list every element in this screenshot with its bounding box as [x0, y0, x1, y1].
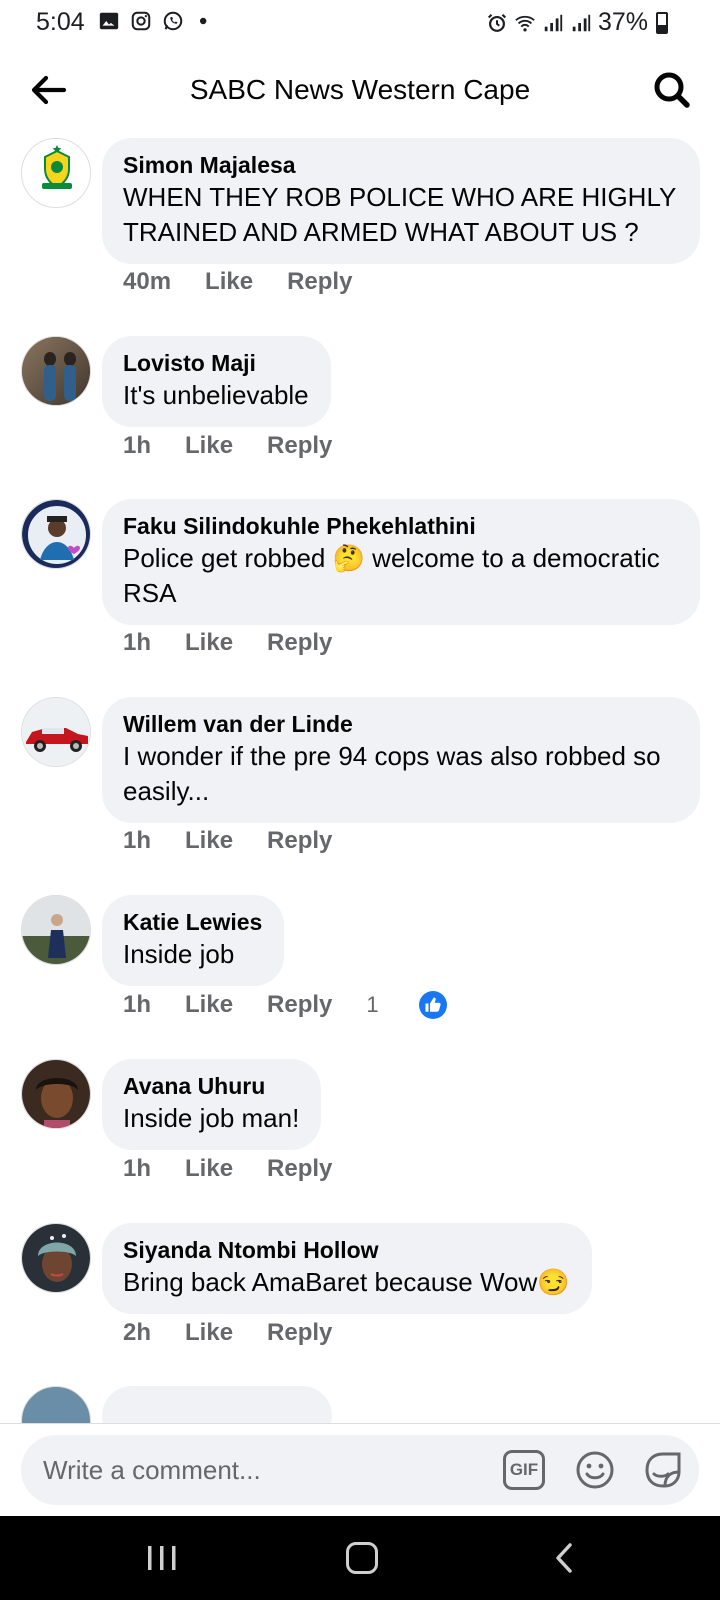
nav-back-icon[interactable] [552, 1542, 576, 1574]
comment-actions: 1h Like Reply [123, 432, 366, 460]
user-photo-icon [22, 896, 90, 964]
comment-bubble[interactable]: Katie Lewies Inside job [102, 895, 285, 986]
battery-percent: 37% [597, 8, 648, 36]
system-nav-bar [0, 1516, 720, 1600]
avatar[interactable] [21, 138, 91, 208]
search-icon[interactable] [650, 68, 694, 112]
like-button[interactable]: Like [205, 268, 253, 296]
comment-actions: 1h Like Reply [123, 629, 366, 657]
user-photo-icon [22, 1060, 90, 1128]
comment-time: 1h [123, 629, 152, 656]
reply-button[interactable]: Reply [287, 268, 352, 296]
signal-icon [544, 14, 563, 31]
thumbs-up-icon [418, 991, 447, 1019]
reply-button[interactable]: Reply [267, 432, 332, 460]
comment-author[interactable]: Katie Lewies [123, 907, 262, 937]
comment-bubble[interactable]: Siyanda Ntombi Hollow Bring back AmaBare… [102, 1223, 592, 1314]
whatsapp-icon [163, 11, 183, 31]
comment-composer: GIF [21, 1435, 699, 1505]
club-crest-icon [22, 139, 90, 207]
comment-time: 40m [123, 268, 172, 295]
comment-author[interactable]: Siyanda Ntombi Hollow [123, 1235, 570, 1265]
reply-button[interactable]: Reply [267, 629, 332, 657]
gallery-icon [99, 12, 119, 30]
reaction-count[interactable]: 1 [366, 991, 480, 1019]
reaction-count-number: 1 [366, 992, 379, 1017]
app-header: SABC News Western Cape [0, 60, 720, 120]
avatar[interactable] [21, 697, 91, 767]
reply-button[interactable]: Reply [267, 1155, 332, 1183]
comment-text: WHEN THEY ROB POLICE WHO ARE HIGHLY TRAI… [123, 182, 676, 247]
comment-bubble[interactable] [102, 1386, 332, 1423]
car-photo-icon [22, 698, 90, 766]
status-icons-right: 37% [486, 8, 668, 37]
status-bar: 5:04 37% [0, 0, 720, 46]
signal-icon [572, 14, 591, 31]
comment-actions: 2h Like Reply [123, 1319, 366, 1347]
comment-author[interactable]: Avana Uhuru [123, 1071, 299, 1101]
emoji-icon[interactable] [574, 1449, 616, 1491]
composer-divider [0, 1423, 720, 1424]
comment-author[interactable]: Lovisto Maji [123, 348, 309, 378]
reply-button[interactable]: Reply [267, 827, 332, 855]
avatar[interactable] [21, 895, 91, 965]
comment-bubble[interactable]: Willem van der Linde I wonder if the pre… [102, 697, 700, 823]
comment-time: 1h [123, 432, 152, 459]
wifi-icon [515, 15, 535, 32]
instagram-icon [131, 11, 151, 31]
dot-icon [199, 17, 207, 25]
comment-bubble[interactable]: Avana Uhuru Inside job man! [102, 1059, 322, 1150]
comment-author[interactable]: Simon Majalesa [123, 150, 678, 180]
comment-time: 2h [123, 1319, 152, 1346]
avatar[interactable] [21, 336, 91, 406]
comment-text: I wonder if the pre 94 cops was also rob… [123, 741, 661, 806]
home-icon[interactable] [346, 1542, 378, 1574]
comment-author[interactable]: Faku Silindokuhle Phekehlathini [123, 511, 678, 541]
page-title: SABC News Western Cape [189, 74, 531, 105]
avatar[interactable] [21, 1059, 91, 1129]
user-photo-icon [22, 1224, 90, 1292]
like-button[interactable]: Like [185, 827, 233, 855]
comment-actions: 1h Like Reply 1 [123, 991, 515, 1019]
avatar[interactable] [21, 1386, 91, 1423]
comment-text: Inside job [123, 939, 235, 969]
user-photo-icon [22, 500, 90, 568]
battery-icon [656, 11, 668, 34]
alarm-icon [487, 13, 506, 32]
comment-time: 1h [123, 1155, 152, 1182]
comment-time: 1h [123, 827, 152, 854]
comment-text: Bring back AmaBaret because Wow😏 [123, 1267, 570, 1297]
reply-button[interactable]: Reply [267, 991, 332, 1019]
recent-apps-icon[interactable] [146, 1544, 178, 1572]
comment-actions: 1h Like Reply [123, 1155, 366, 1183]
comment-text: Police get robbed 🤔 welcome to a democra… [123, 543, 660, 608]
comment-bubble[interactable]: Lovisto Maji It's unbelievable [102, 336, 331, 427]
comment-actions: 40m Like Reply [123, 268, 386, 296]
comment-time: 1h [123, 991, 152, 1018]
comment-input[interactable] [43, 1452, 463, 1488]
comment-actions: 1h Like Reply [123, 827, 366, 855]
comment-bubble[interactable]: Faku Silindokuhle Phekehlathini Police g… [102, 499, 700, 625]
like-button[interactable]: Like [185, 629, 233, 657]
comment-author[interactable]: Willem van der Linde [123, 709, 678, 739]
comments-list[interactable]: Simon Majalesa WHEN THEY ROB POLICE WHO … [0, 138, 720, 1423]
status-time: 5:04 [36, 8, 85, 36]
avatar[interactable] [21, 1223, 91, 1293]
status-icons-left [98, 10, 216, 32]
comment-bubble[interactable]: Simon Majalesa WHEN THEY ROB POLICE WHO … [102, 138, 700, 264]
avatar[interactable] [21, 499, 91, 569]
gif-button[interactable]: GIF [503, 1450, 545, 1490]
user-photo-icon [22, 337, 90, 405]
like-button[interactable]: Like [185, 1319, 233, 1347]
reply-button[interactable]: Reply [267, 1319, 332, 1347]
like-button[interactable]: Like [185, 991, 233, 1019]
sticker-icon[interactable] [641, 1448, 685, 1492]
comment-text: It's unbelievable [123, 380, 309, 410]
like-button[interactable]: Like [185, 432, 233, 460]
like-button[interactable]: Like [185, 1155, 233, 1183]
comment-text: Inside job man! [123, 1103, 300, 1133]
